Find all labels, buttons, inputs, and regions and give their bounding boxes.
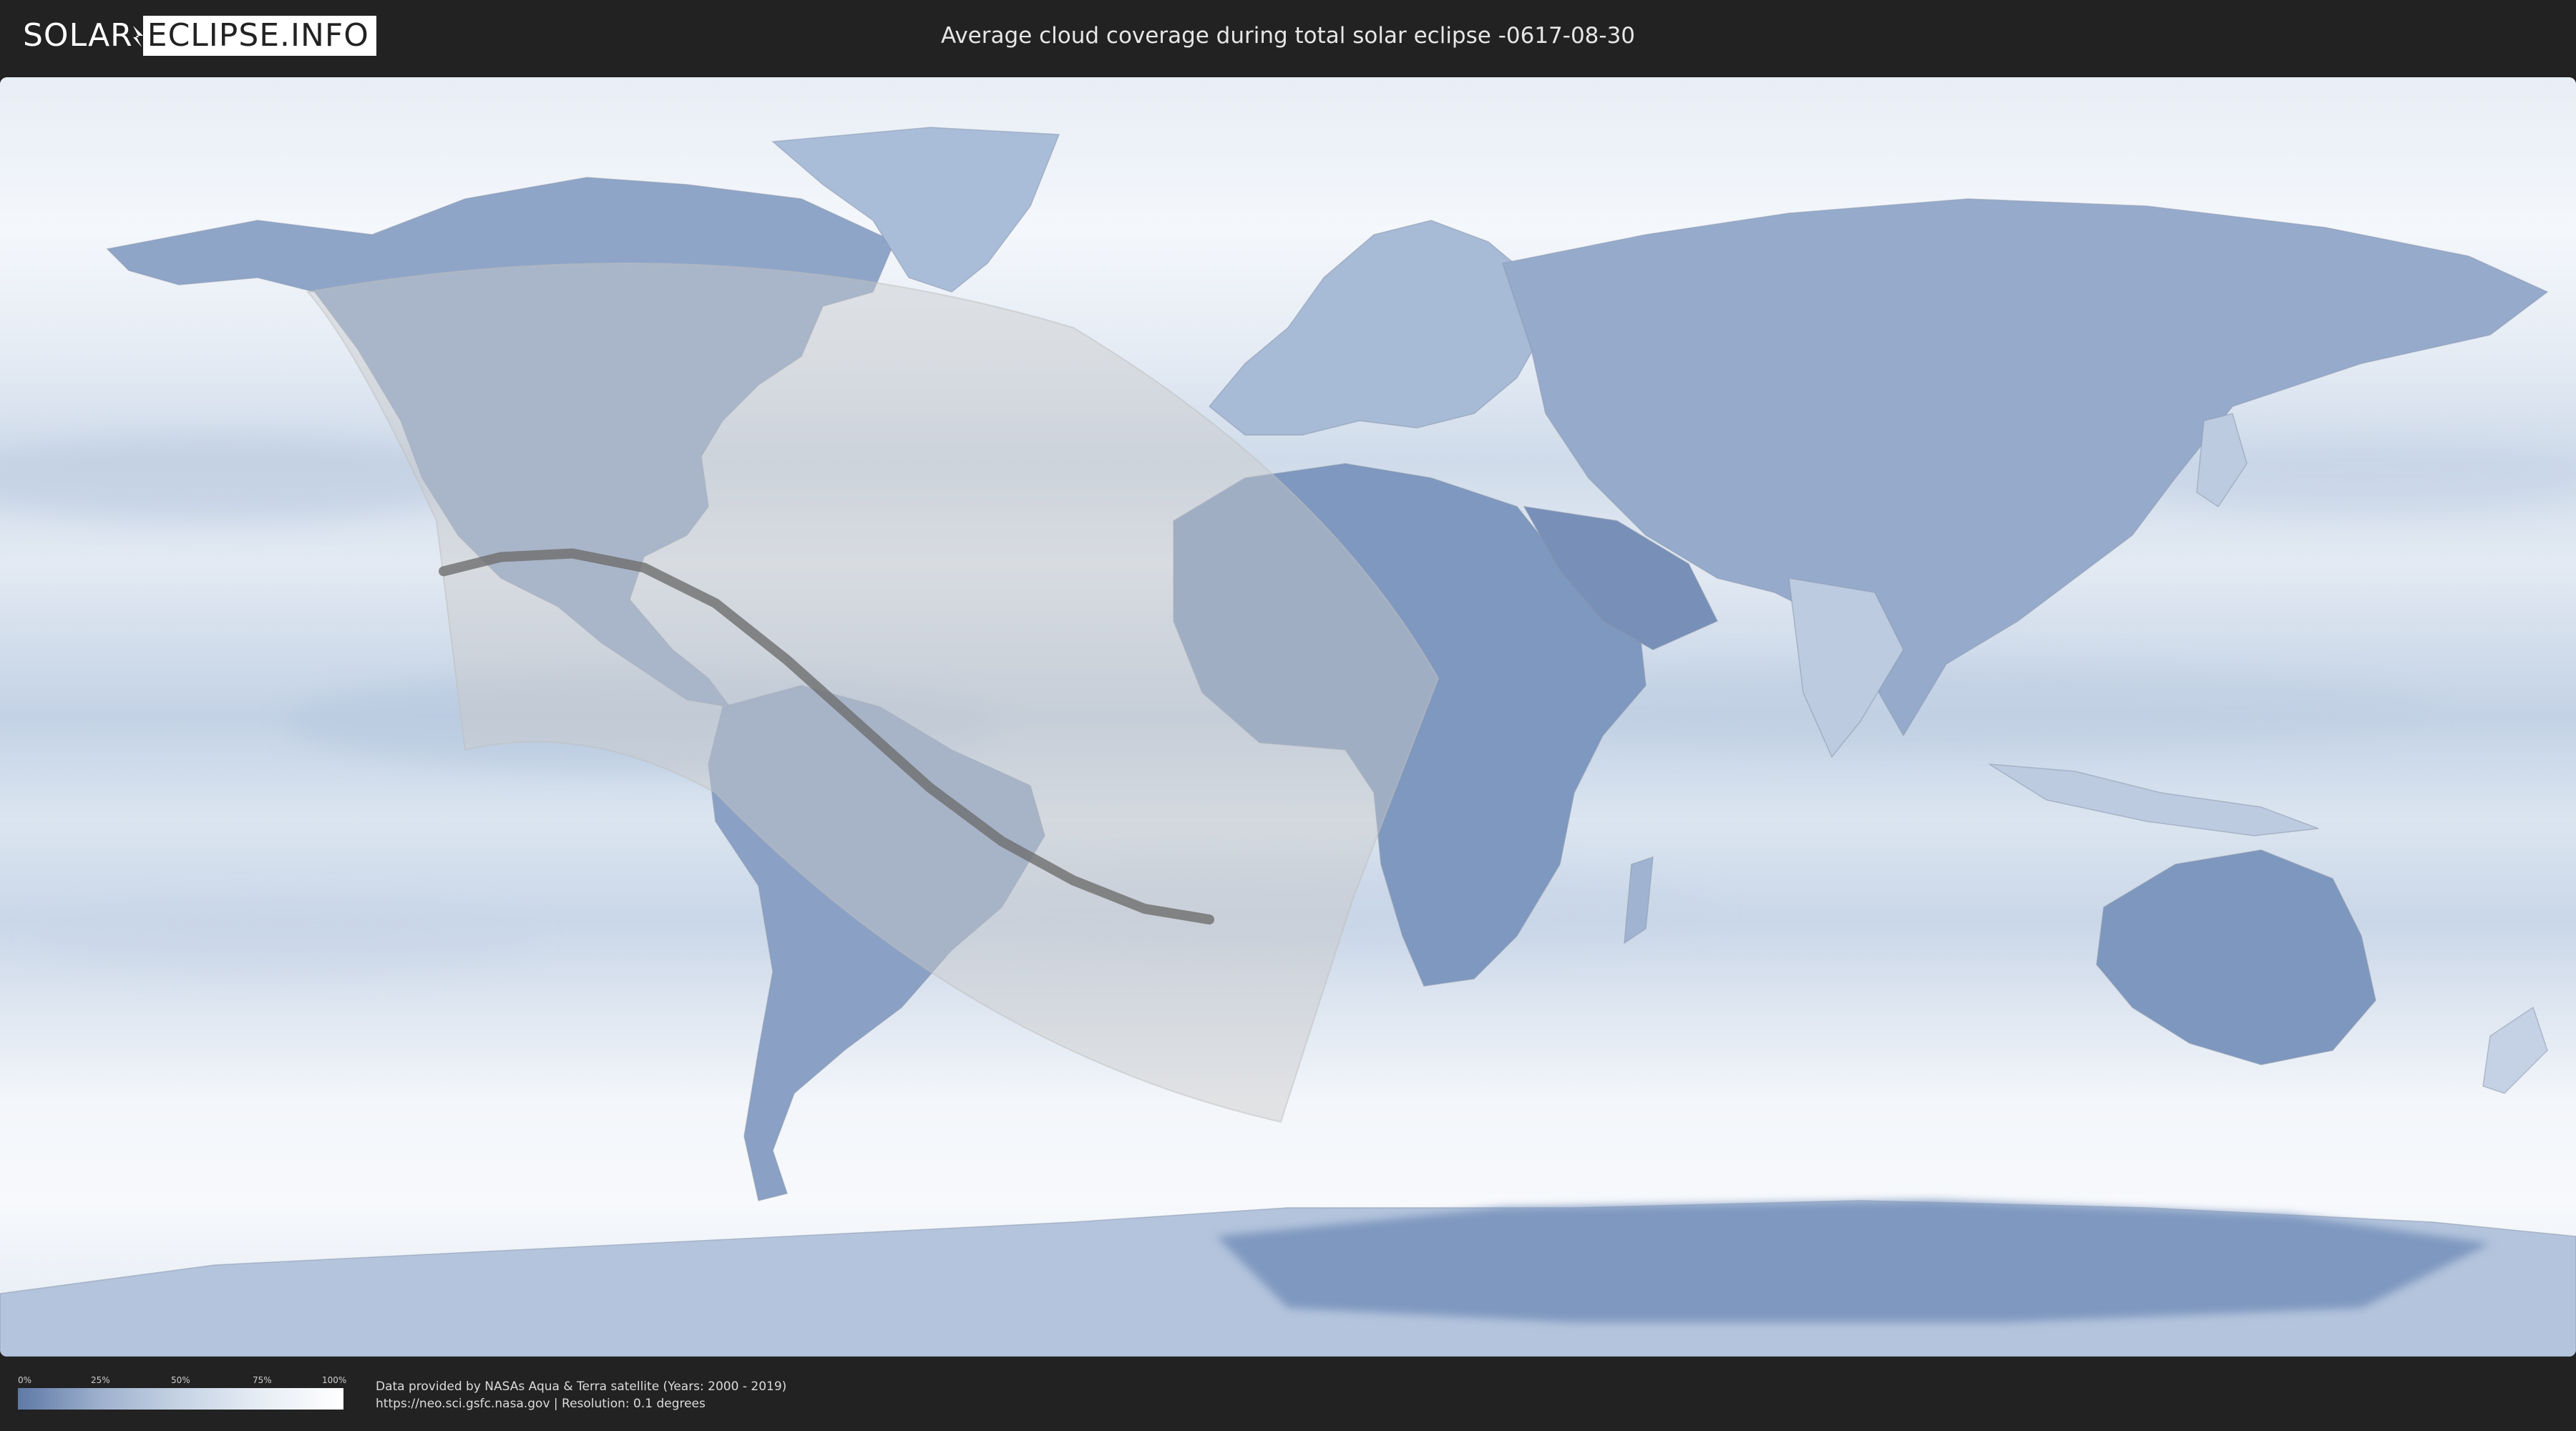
data-credits: Data provided by NASAs Aqua & Terra sate… (376, 1378, 786, 1412)
eclipse-map-page: SOLAR ECLIPSE.INFO Average cloud coverag… (0, 0, 2576, 1431)
page-title: Average cloud coverage during total sola… (940, 23, 1636, 49)
header-bar: SOLAR ECLIPSE.INFO Average cloud coverag… (0, 0, 2576, 73)
cloud-coverage-map[interactable] (0, 77, 2576, 1357)
antarctica-dark-region (1216, 1201, 2490, 1322)
world-map-svg (0, 77, 2576, 1357)
legend-tick-75: 75% (253, 1375, 272, 1385)
legend-tick-0: 0% (18, 1375, 32, 1385)
footer-bar: 0% 25% 50% 75% 100% Data provided by NAS… (0, 1357, 2576, 1431)
legend-ticks: 0% 25% 50% 75% 100% (18, 1375, 347, 1388)
cloud-coverage-legend: 0% 25% 50% 75% 100% (18, 1375, 347, 1410)
legend-tick-50: 50% (171, 1375, 190, 1385)
credits-line-2[interactable]: https://neo.sci.gsfc.nasa.gov | Resoluti… (376, 1395, 786, 1412)
legend-tick-100: 100% (322, 1375, 347, 1385)
legend-tick-25: 25% (91, 1375, 110, 1385)
credits-line-1: Data provided by NASAs Aqua & Terra sate… (376, 1379, 787, 1394)
legend-gradient-bar (18, 1388, 343, 1410)
